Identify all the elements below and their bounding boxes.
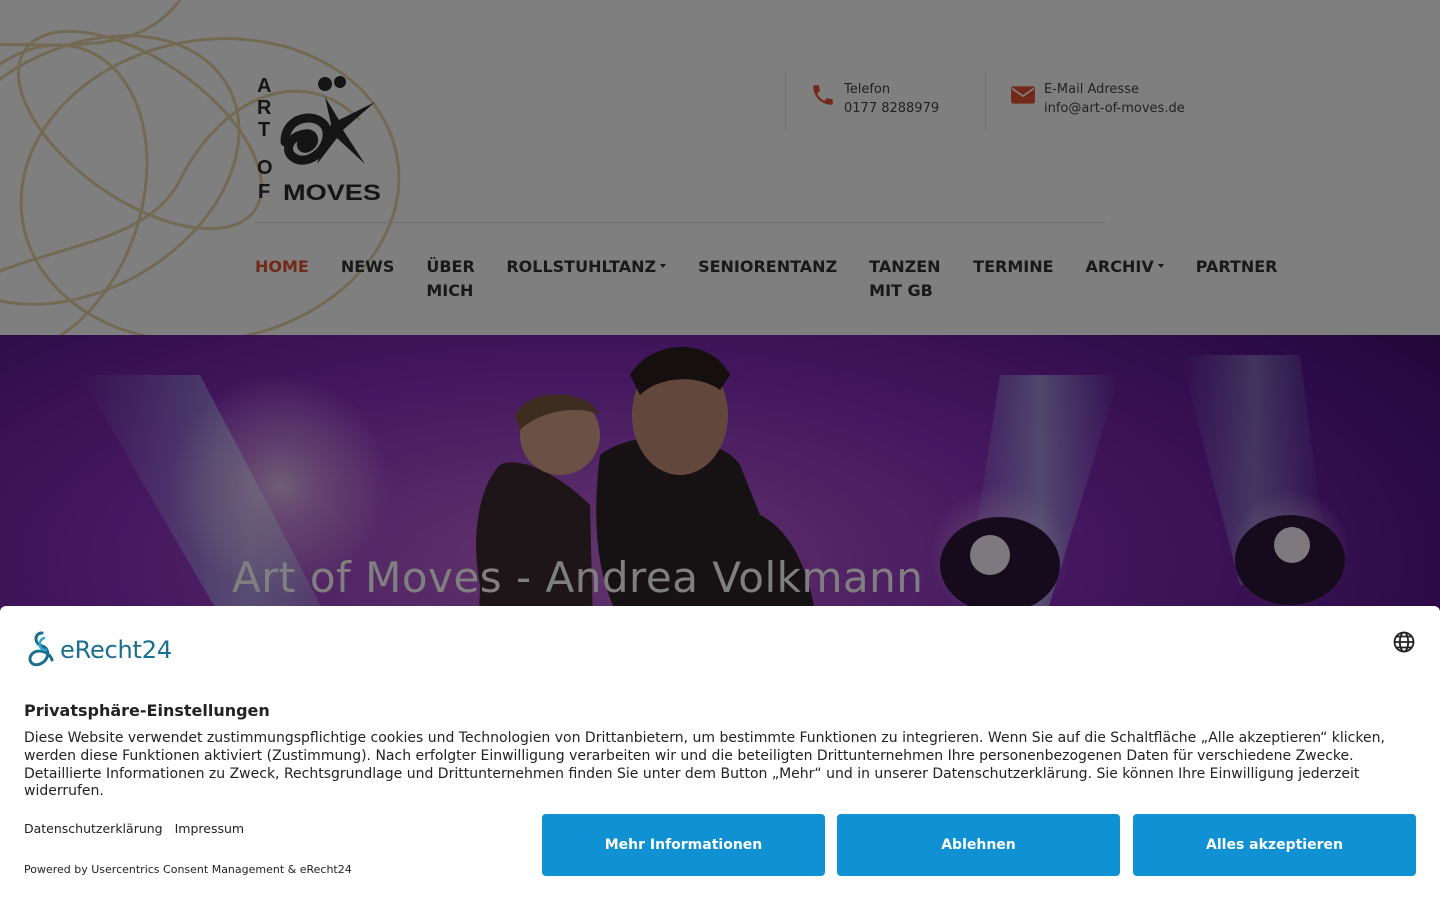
powered-by-text: Powered by Usercentrics Consent Manageme… — [24, 863, 352, 876]
cookie-consent-banner: eRecht24 Privatsphäre-Einstellungen Dies… — [0, 606, 1440, 900]
deny-button[interactable]: Ablehnen — [837, 814, 1120, 876]
imprint-link[interactable]: Impressum — [175, 821, 244, 836]
consent-links: Datenschutzerklärung Impressum — [24, 821, 256, 836]
accept-all-button[interactable]: Alles akzeptieren — [1133, 814, 1416, 876]
erecht24-mark-icon — [28, 631, 54, 667]
erecht24-logo: eRecht24 — [24, 630, 172, 670]
erecht24-brand-name: eRecht24 — [60, 636, 172, 664]
consent-description: Diese Website verwendet zustimmungspflic… — [24, 730, 1385, 800]
more-information-button[interactable]: Mehr Informationen — [542, 814, 825, 876]
globe-icon[interactable] — [1392, 630, 1416, 654]
consent-title: Privatsphäre-Einstellungen — [24, 701, 270, 720]
privacy-policy-link[interactable]: Datenschutzerklärung — [24, 821, 163, 836]
